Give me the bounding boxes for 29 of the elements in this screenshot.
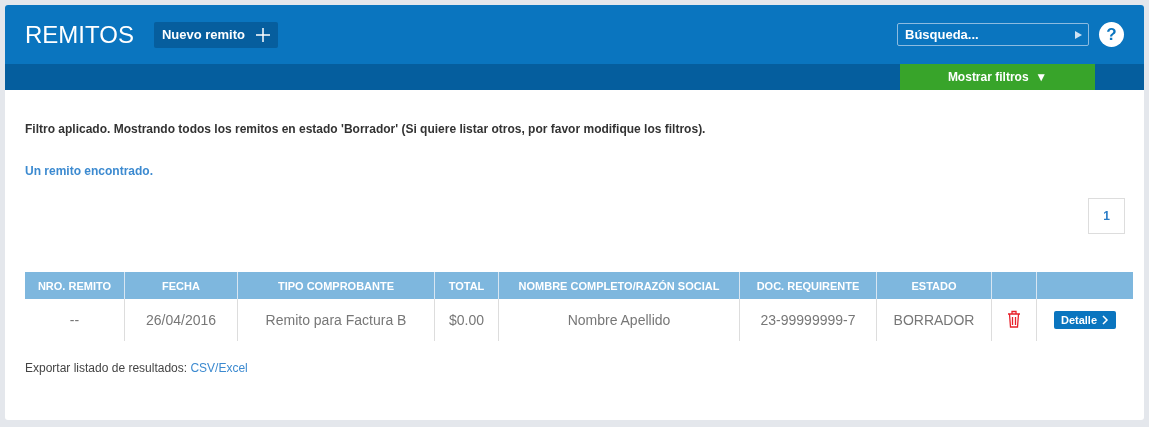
- table-cell: Nombre Apellido: [498, 299, 740, 341]
- export-label: Exportar listado de resultados:: [25, 361, 188, 375]
- column-header: FECHA: [124, 272, 238, 299]
- table-cell: 23-99999999-7: [739, 299, 877, 341]
- new-remito-button[interactable]: Nuevo remito: [153, 21, 278, 48]
- csv-excel-link[interactable]: CSV/Excel: [190, 361, 248, 375]
- filter-message: Filtro aplicado. Mostrando todos los remitos en estado 'Borrador' (Si quiere listar otros, por favor modifique los filtros).: [25, 122, 707, 136]
- chevron-right-icon: [1102, 315, 1110, 325]
- page-title: REMITOS: [25, 20, 134, 49]
- column-header: TOTAL: [434, 272, 499, 299]
- help-button[interactable]: ?: [1099, 22, 1124, 47]
- detail-button[interactable]: Detalle: [1053, 311, 1117, 329]
- column-header: DOC. REQUIRENTE: [739, 272, 877, 299]
- column-header: TIPO COMPROBANTE: [237, 272, 435, 299]
- column-header: ESTADO: [876, 272, 992, 299]
- column-header: NOMBRE COMPLETO/RAZÓN SOCIAL: [498, 272, 740, 299]
- plus-icon: [256, 27, 270, 42]
- table-cell: BORRADOR: [876, 299, 992, 341]
- play-icon: [1075, 31, 1082, 39]
- table-cell: --: [25, 299, 125, 341]
- table-cell: $0.00: [434, 299, 499, 341]
- show-filters-button[interactable]: Mostrar filtros ▼: [900, 64, 1095, 90]
- table-cell: Remito para Factura B: [237, 299, 435, 341]
- page-button[interactable]: 1: [1088, 198, 1125, 234]
- table-cell: 26/04/2016: [124, 299, 238, 341]
- column-header: NRO. REMITO: [25, 272, 125, 299]
- trash-icon[interactable]: [1007, 309, 1021, 328]
- search-field[interactable]: Búsqueda...: [897, 23, 1089, 46]
- result-count: Un remito encontrado.: [25, 164, 154, 178]
